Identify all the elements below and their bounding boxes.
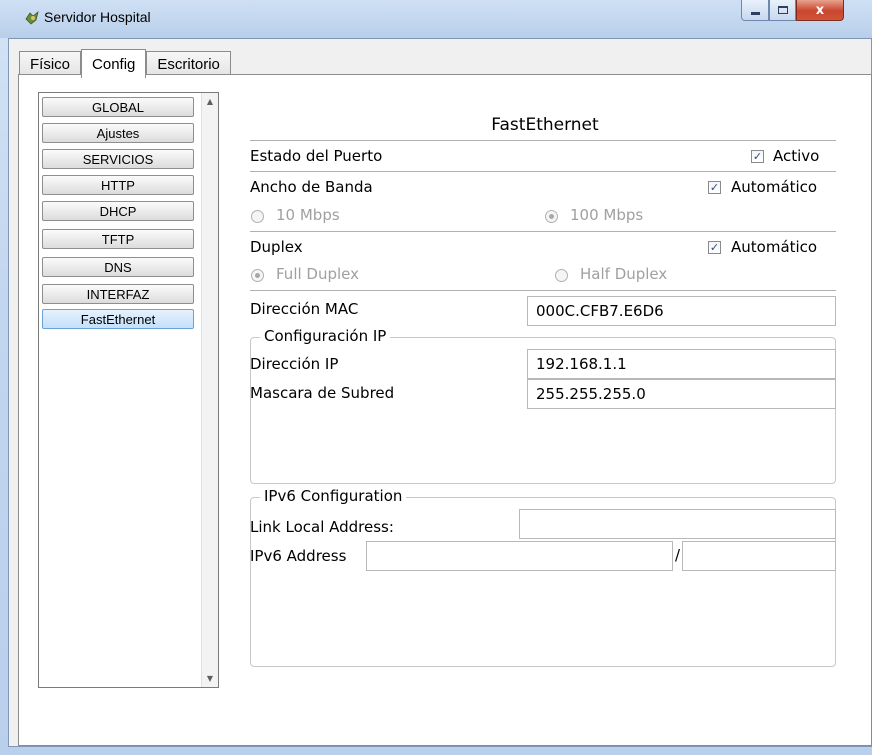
ipv6-config-legend: IPv6 Configuration xyxy=(260,487,407,505)
sidebar-scrollbar[interactable]: ▲ ▼ xyxy=(201,93,218,687)
sidebar-item-ajustes[interactable]: Ajustes xyxy=(42,123,194,143)
window-title: Servidor Hospital xyxy=(44,9,151,25)
half-duplex-label: Half Duplex xyxy=(580,265,668,283)
divider xyxy=(250,231,836,232)
bandwidth-label: Ancho de Banda xyxy=(250,178,373,196)
maximize-button[interactable] xyxy=(769,0,796,21)
window-controls: x xyxy=(741,0,844,22)
mac-label: Dirección MAC xyxy=(250,300,359,318)
minimize-icon xyxy=(750,11,760,15)
ip-address-field[interactable]: 192.168.1.1 xyxy=(527,349,836,379)
port-status-checkbox-label: Activo xyxy=(773,147,820,165)
window-frame: Servidor Hospital x Físico Config Escrit… xyxy=(0,0,872,755)
divider xyxy=(250,140,836,141)
app-icon xyxy=(25,10,39,25)
ipv6-address-label: IPv6 Address xyxy=(250,547,347,565)
sidebar-item-tftp[interactable]: TFTP xyxy=(42,229,194,249)
bandwidth-10-radio[interactable] xyxy=(251,210,264,223)
ipv6-prefix-separator: / xyxy=(675,546,681,564)
sidebar-item-http[interactable]: HTTP xyxy=(42,175,194,195)
close-icon: x xyxy=(815,2,825,18)
sidebar-item-interfaz[interactable]: INTERFAZ xyxy=(42,284,194,304)
title-bar[interactable]: Servidor Hospital x xyxy=(0,0,872,38)
bandwidth-100-radio[interactable] xyxy=(545,210,558,223)
bandwidth-auto-checkbox[interactable]: ✓ xyxy=(708,181,721,194)
link-local-label: Link Local Address: xyxy=(250,518,394,536)
full-duplex-label: Full Duplex xyxy=(276,265,360,283)
scroll-down-icon[interactable]: ▼ xyxy=(202,670,218,687)
maximize-icon xyxy=(777,6,788,14)
subnet-mask-field[interactable]: 255.255.255.0 xyxy=(527,379,836,409)
sidebar-item-global[interactable]: GLOBAL xyxy=(42,97,194,117)
subnet-mask-label: Mascara de Subred xyxy=(250,384,395,402)
duplex-auto-label: Automático xyxy=(731,238,818,256)
close-button[interactable]: x xyxy=(796,0,844,21)
half-duplex-radio[interactable] xyxy=(555,269,568,282)
link-local-field[interactable] xyxy=(519,509,836,539)
ip-address-label: Dirección IP xyxy=(250,355,339,373)
ipv6-prefix-field[interactable] xyxy=(682,541,836,571)
ipv6-address-field[interactable] xyxy=(366,541,673,571)
divider xyxy=(250,290,836,291)
panel-title: FastEthernet xyxy=(491,115,599,135)
minimize-button[interactable] xyxy=(741,0,769,21)
tab-bar: Físico Config Escritorio xyxy=(19,49,231,78)
sidebar-item-servicios[interactable]: SERVICIOS xyxy=(42,149,194,169)
config-sidebar-list: GLOBAL Ajustes SERVICIOS HTTP DHCP TFTP … xyxy=(38,92,219,688)
sidebar-item-dhcp[interactable]: DHCP xyxy=(42,201,194,221)
bandwidth-auto-label: Automático xyxy=(731,178,818,196)
sidebar-item-fastethernet[interactable]: FastEthernet xyxy=(42,309,194,329)
duplex-label: Duplex xyxy=(250,238,303,256)
full-duplex-radio[interactable] xyxy=(251,269,264,282)
bandwidth-10-label: 10 Mbps xyxy=(276,206,340,224)
bandwidth-100-label: 100 Mbps xyxy=(570,206,644,224)
mac-address-field[interactable]: 000C.CFB7.E6D6 xyxy=(527,296,836,326)
sidebar-item-dns[interactable]: DNS xyxy=(42,257,194,277)
tab-config[interactable]: Config xyxy=(81,49,147,78)
port-status-checkbox[interactable]: ✓ xyxy=(751,150,764,163)
divider xyxy=(250,171,836,172)
port-status-label: Estado del Puerto xyxy=(250,147,383,165)
scroll-up-icon[interactable]: ▲ xyxy=(202,93,218,110)
duplex-auto-checkbox[interactable]: ✓ xyxy=(708,241,721,254)
ip-config-legend: Configuración IP xyxy=(260,327,391,345)
